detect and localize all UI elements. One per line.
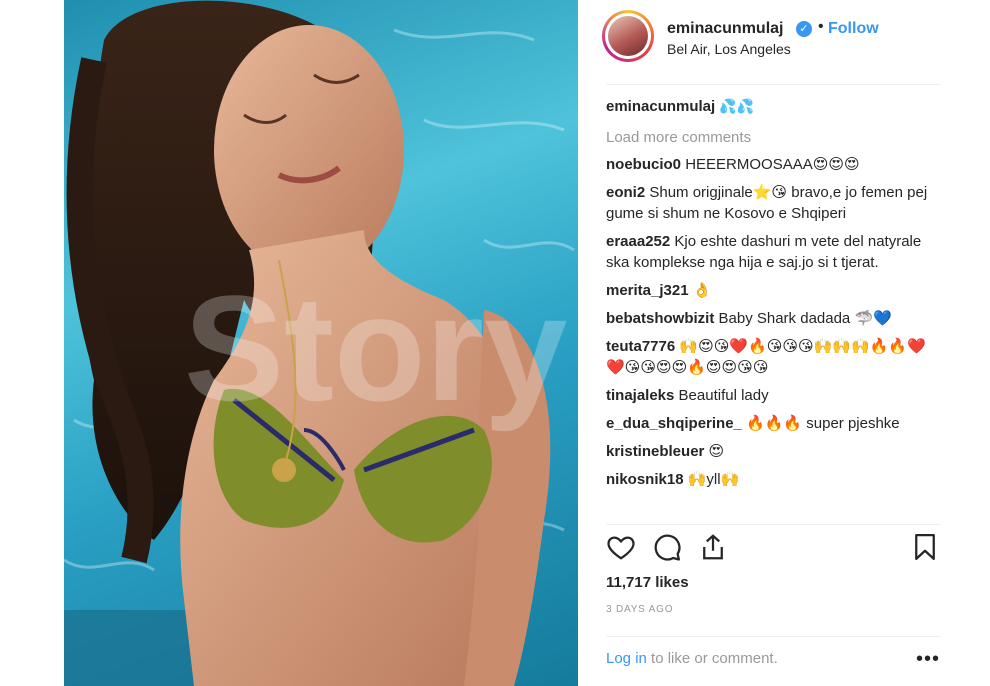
login-prompt: Log in to like or comment. [606, 650, 778, 667]
watermark: Story [184, 264, 567, 432]
comment-text: 😍 [708, 443, 725, 460]
comment-icon[interactable] [652, 532, 684, 564]
comment-text: Baby Shark dadada 🦈💙 [718, 310, 892, 327]
bookmark-icon[interactable] [910, 532, 942, 564]
share-icon[interactable] [698, 532, 730, 564]
comment-username[interactable]: eraaa252 [606, 233, 670, 250]
separator-dot: • [818, 18, 824, 35]
comment-text: Beautiful lady [678, 387, 769, 404]
post-actions [606, 532, 940, 568]
comment-text: 🙌yll🙌 [687, 471, 740, 488]
comment-username[interactable]: merita_j321 [606, 282, 689, 299]
likes-count[interactable]: 11,717 likes [606, 574, 689, 591]
follow-button[interactable]: Follow [828, 20, 879, 38]
comment-text: HEEERMOOSAAA😍😍😍 [685, 156, 860, 173]
comment-username[interactable]: teuta7776 [606, 338, 675, 355]
comment-item: noebucio0 HEEERMOOSAAA😍😍😍 [606, 154, 940, 175]
comment-item: merita_j321 👌 [606, 280, 940, 301]
comment-username[interactable]: eoni2 [606, 184, 645, 201]
header-divider [606, 84, 940, 85]
comment-username[interactable]: bebatshowbizit [606, 310, 714, 327]
comment-item: tinajaleks Beautiful lady [606, 385, 940, 406]
comment-username[interactable]: nikosnik18 [606, 471, 684, 488]
comment-item: eraaa252 Kjo eshte dashuri m vete del na… [606, 231, 940, 273]
location-link[interactable]: Bel Air, Los Angeles [667, 41, 791, 57]
caption-text: 💦💦 [719, 98, 755, 114]
comment-text: 👌 [692, 282, 712, 299]
comment-username[interactable]: tinajaleks [606, 387, 674, 404]
comment-username[interactable]: kristinebleuer [606, 443, 704, 460]
caption-username[interactable]: eminacunmulaj [606, 98, 715, 115]
post-photo: Story [64, 0, 575, 686]
comment-username[interactable]: e_dua_shqiperine_ [606, 415, 742, 432]
caption: eminacunmulaj 💦💦 [606, 96, 940, 117]
comment-item: bebatshowbizit Baby Shark dadada 🦈💙 [606, 308, 940, 329]
comment-username[interactable]: noebucio0 [606, 156, 681, 173]
post-timestamp: 3 DAYS AGO [606, 604, 674, 615]
comments-section: eminacunmulaj 💦💦 Load more comments noeb… [606, 96, 940, 497]
verified-badge-icon: ✓ [796, 21, 812, 37]
comment-text: Shum origjinale⭐😘 bravo,e jo femen pej g… [606, 184, 928, 222]
login-prompt-text: to like or comment. [646, 650, 778, 667]
load-more-comments-button[interactable]: Load more comments [606, 129, 940, 146]
footer-divider [606, 636, 940, 637]
author-username[interactable]: eminacunmulaj [667, 20, 783, 38]
actions-divider [606, 524, 940, 525]
login-link[interactable]: Log in [606, 650, 647, 667]
comment-item: nikosnik18 🙌yll🙌 [606, 469, 940, 490]
post-side-panel: eminacunmulaj ✓ • Follow Bel Air, Los An… [590, 0, 950, 686]
avatar[interactable] [602, 10, 654, 62]
comment-item: teuta7776 🙌😍😘❤️🔥😘😘😘🙌🙌🙌🔥🔥❤️❤️😘😘😍😍🔥😍😍😘😘 [606, 336, 940, 378]
comment-item: e_dua_shqiperine_ 🔥🔥🔥 super pjeshke [606, 413, 940, 434]
comment-text: 🔥🔥🔥 super pjeshke [746, 415, 900, 432]
post-header: eminacunmulaj ✓ • Follow Bel Air, Los An… [602, 10, 942, 66]
more-options-icon[interactable]: ••• [916, 648, 940, 671]
comment-item: kristinebleuer 😍 [606, 441, 940, 462]
comment-item: eoni2 Shum origjinale⭐😘 bravo,e jo femen… [606, 182, 940, 224]
heart-icon[interactable] [606, 532, 638, 564]
post-image[interactable]: Story [64, 0, 578, 686]
